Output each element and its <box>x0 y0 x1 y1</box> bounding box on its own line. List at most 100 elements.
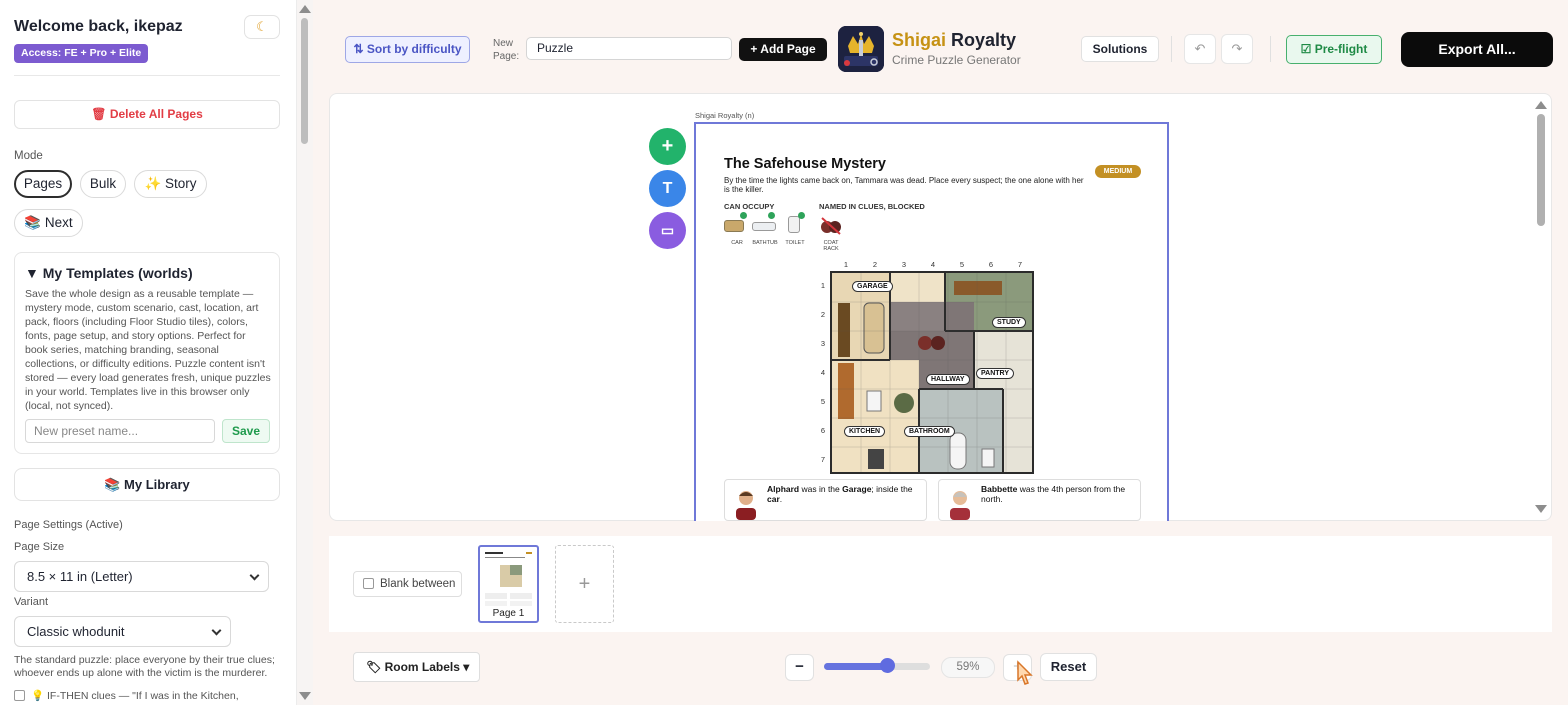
variant-select[interactable]: Classic whodunit <box>14 616 231 647</box>
add-image-button[interactable]: ▭ <box>649 212 686 249</box>
variant-description: The standard puzzle: place everyone by t… <box>14 654 275 679</box>
suspect-name: Babbette <box>981 484 1018 494</box>
add-page-button[interactable]: + Add Page <box>739 38 827 61</box>
mode-next-button[interactable]: 📚 Next <box>14 209 83 237</box>
suspect-avatar <box>731 486 761 520</box>
row-label: 7 <box>820 455 826 464</box>
access-badge: Access: FE + Pro + Elite <box>14 44 149 63</box>
row-label: 3 <box>820 339 826 348</box>
room-label: HALLWAY <box>926 374 970 385</box>
row-label: 6 <box>820 426 826 435</box>
col-label: 2 <box>872 260 878 269</box>
mode-label: Mode <box>14 150 43 162</box>
new-page-type-select[interactable]: Puzzle <box>526 37 732 60</box>
ifthen-option[interactable]: 💡 IF-THEN clues — "If I was in the Kitch… <box>14 689 284 702</box>
clue-text: Babbette was the 4th person from the nor… <box>981 484 1136 504</box>
sort-by-difficulty-button[interactable]: ⇅ Sort by difficulty <box>345 36 470 63</box>
blank-between-toggle[interactable]: Blank between <box>353 571 462 597</box>
add-page-slot[interactable]: + <box>555 545 614 623</box>
blocked-item-label: COAT RACK <box>823 240 839 252</box>
room-label: KITCHEN <box>844 426 886 437</box>
col-label: 4 <box>930 260 936 269</box>
mode-bulk-button[interactable]: Bulk <box>80 170 126 198</box>
clue-place: Garage <box>842 484 872 494</box>
sidebar-scrollbar[interactable] <box>297 0 313 705</box>
clue-card: Alphard was in the Garage; inside the ca… <box>724 479 927 521</box>
redo-button[interactable]: ↷ <box>1221 34 1253 64</box>
zoom-reset-button[interactable]: Reset <box>1040 653 1097 681</box>
templates-panel: ▼ My Templates (worlds) Save the whole d… <box>14 252 280 454</box>
zoom-slider-handle[interactable] <box>879 658 895 673</box>
clue-card: Babbette was the 4th person from the nor… <box>938 479 1141 521</box>
add-element-button[interactable]: + <box>649 128 686 165</box>
new-page-type-value: Puzzle <box>537 41 574 55</box>
page-size-label: Page Size <box>14 541 65 553</box>
mode-pages-button[interactable]: Pages <box>14 170 72 198</box>
mode-story-button[interactable]: ✨ Story <box>134 170 207 198</box>
col-label: 1 <box>843 260 849 269</box>
occupy-item-label: CAR <box>731 240 743 246</box>
divider <box>1270 36 1271 62</box>
scroll-up-arrow-icon[interactable] <box>299 5 311 13</box>
plus-icon: + <box>578 573 591 595</box>
undo-button[interactable]: ↶ <box>1184 34 1216 64</box>
zoom-slider[interactable] <box>824 663 930 670</box>
col-label: 7 <box>1017 260 1023 269</box>
blank-between-checkbox[interactable] <box>363 578 374 589</box>
room-label: BATHROOM <box>904 426 955 437</box>
redo-icon: ↷ <box>1231 41 1243 56</box>
chevron-down-icon <box>249 570 260 581</box>
zoom-out-button[interactable]: − <box>785 654 814 681</box>
check-icon <box>768 212 775 219</box>
clue-object: car <box>767 494 780 504</box>
page-thumbnail-label: Page 1 <box>492 608 525 619</box>
check-icon <box>740 212 747 219</box>
room-labels-dropdown[interactable]: 🏷 Room Labels ▾ <box>353 652 480 682</box>
scroll-down-arrow-icon[interactable] <box>1535 505 1547 513</box>
save-preset-button[interactable]: Save <box>222 419 270 443</box>
pre-flight-button[interactable]: ☑ Pre-flight <box>1286 35 1382 64</box>
page-caption: Shigai Royalty (n) <box>695 111 755 120</box>
scrollbar-thumb[interactable] <box>301 18 308 144</box>
toilet-icon <box>788 216 800 233</box>
col-label: 5 <box>959 260 965 269</box>
suspect-avatar <box>945 486 975 520</box>
new-page-label: New Page: <box>493 38 520 62</box>
delete-all-pages-button[interactable]: 🗑 Delete All Pages <box>14 100 280 129</box>
blank-between-label: Blank between <box>380 578 456 590</box>
suspect-name: Alphard <box>767 484 800 494</box>
templates-description: Save the whole design as a reusable temp… <box>25 288 271 412</box>
page-thumbnail[interactable]: Page 1 <box>478 545 539 623</box>
solutions-button[interactable]: Solutions <box>1081 36 1159 62</box>
blocked-label: NAMED IN CLUES, BLOCKED <box>819 202 925 211</box>
clue-fragment: was in the <box>799 484 843 494</box>
zoom-slider-fill <box>824 663 887 670</box>
export-all-button[interactable]: Export All... <box>1401 32 1553 67</box>
page-clip: The Safehouse Mystery MEDIUM By the time… <box>694 122 1169 521</box>
occupy-item-label: TOILET <box>785 240 805 246</box>
can-occupy-label: CAN OCCUPY <box>724 202 775 211</box>
ifthen-checkbox[interactable] <box>14 690 25 701</box>
ifthen-label: 💡 IF-THEN clues — "If I was in the Kitch… <box>31 690 239 702</box>
page-size-select[interactable]: 8.5 × 11 in (Letter) <box>14 561 269 592</box>
puzzle-page[interactable]: The Safehouse Mystery MEDIUM By the time… <box>694 122 1169 521</box>
scroll-down-arrow-icon[interactable] <box>299 692 311 700</box>
canvas-scrollbar[interactable] <box>1533 96 1549 518</box>
clue-fragment: . <box>779 494 783 504</box>
brand-logo <box>838 26 884 72</box>
variant-label: Variant <box>14 596 49 608</box>
scrollbar-thumb[interactable] <box>1537 114 1545 226</box>
my-library-button[interactable]: 📚 My Library <box>14 468 280 501</box>
occupy-item-label: BATHTUB <box>752 240 778 246</box>
check-icon <box>798 212 805 219</box>
brand-title-gold: Shigai <box>892 30 947 50</box>
coat-rack-icon <box>820 216 842 236</box>
preset-name-input[interactable] <box>25 419 215 443</box>
theme-toggle-button[interactable]: ☾ <box>244 15 280 39</box>
scroll-up-arrow-icon[interactable] <box>1535 101 1547 109</box>
page-settings-label: Page Settings (Active) <box>14 519 123 531</box>
divider <box>14 75 280 76</box>
templates-title[interactable]: ▼ My Templates (worlds) <box>25 265 193 281</box>
add-text-button[interactable]: T <box>649 170 686 207</box>
page-size-value: 8.5 × 11 in (Letter) <box>27 569 133 584</box>
